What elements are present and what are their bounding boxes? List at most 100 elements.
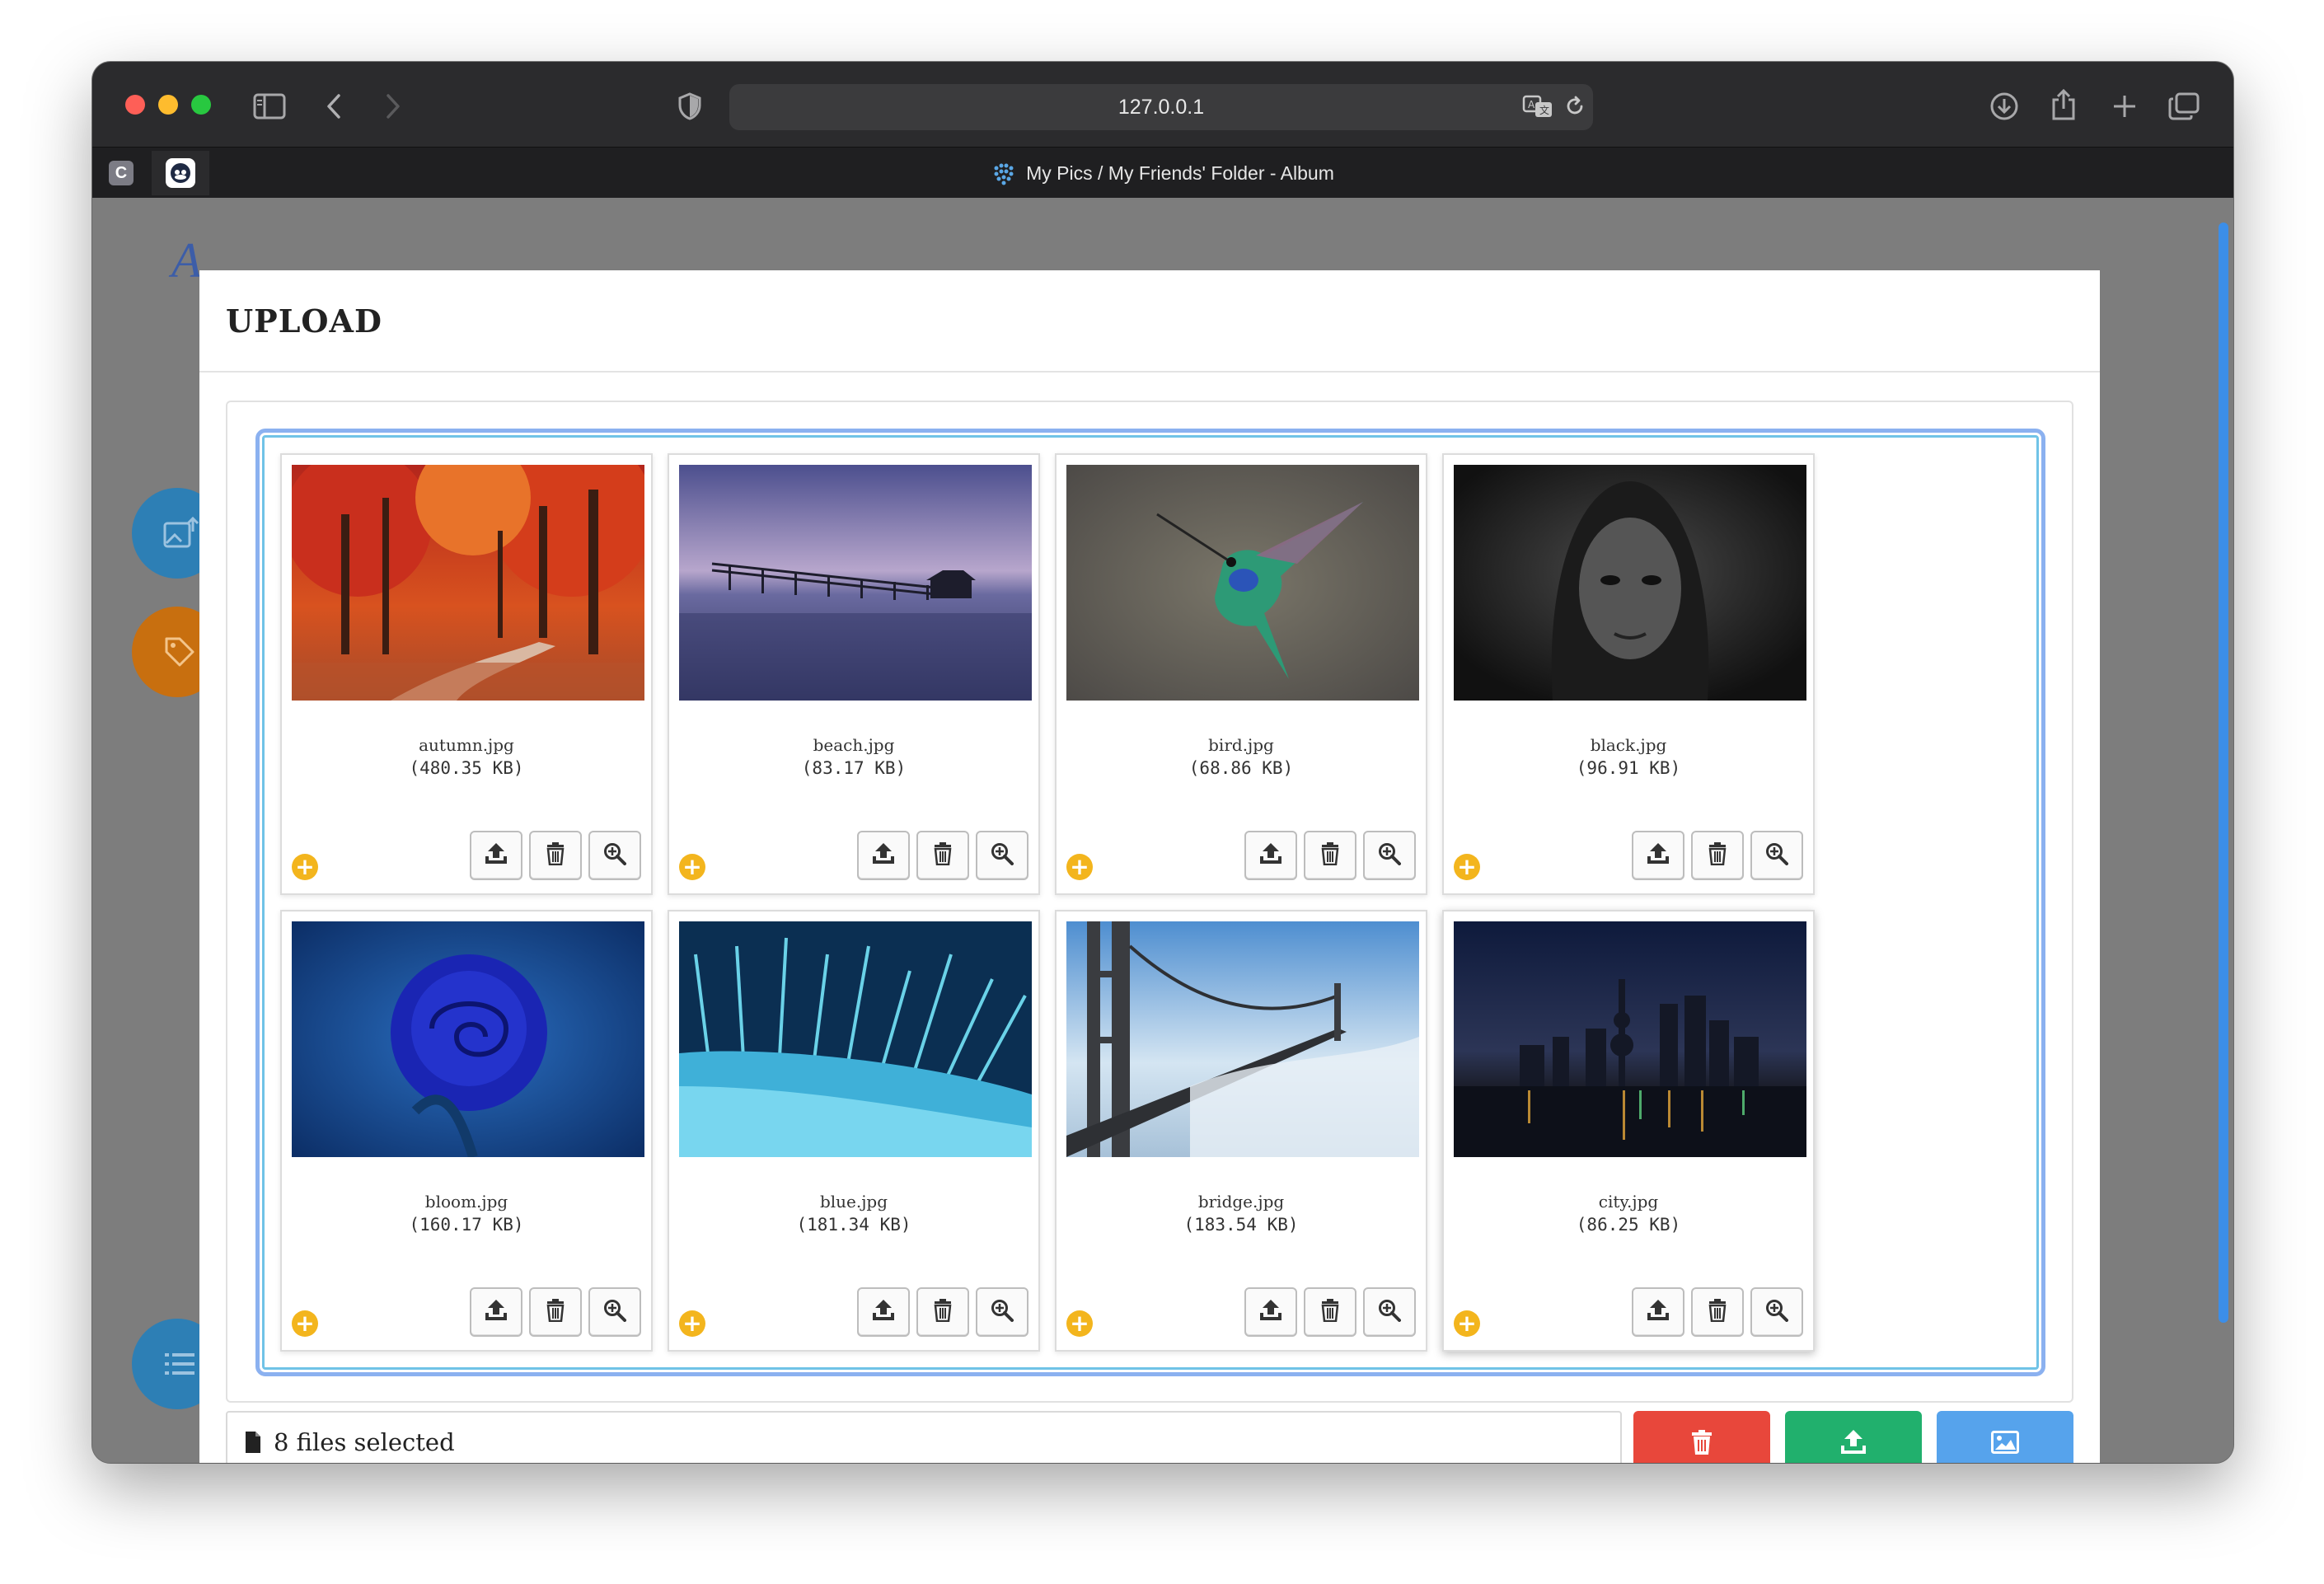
shield-icon[interactable] — [676, 90, 704, 123]
trash-icon — [546, 1299, 565, 1325]
remove-file-button[interactable] — [1691, 831, 1744, 880]
remove-file-button[interactable] — [1691, 1287, 1744, 1337]
remove-file-button[interactable] — [529, 1287, 582, 1337]
file-preview-image[interactable] — [292, 921, 644, 1157]
add-caption-button[interactable]: + — [292, 1310, 318, 1337]
share-icon[interactable] — [2047, 87, 2080, 123]
remove-file-button[interactable] — [529, 831, 582, 880]
page-scrollbar-thumb[interactable] — [2219, 223, 2228, 1323]
trash-icon — [546, 842, 565, 869]
pinned-tab-c[interactable]: C — [92, 151, 150, 195]
remove-file-button[interactable] — [1304, 831, 1356, 880]
upload-preview-panel: autumn.jpg (480.35 KB) + beach.jpg (83.1… — [226, 401, 2073, 1403]
upload-file-button[interactable] — [470, 831, 522, 880]
add-caption-button[interactable]: + — [1454, 854, 1480, 880]
tab-overview-icon[interactable] — [2166, 90, 2202, 123]
trash-icon — [1692, 1430, 1712, 1455]
browser-window: 127.0.0.1 A文 C My Pics / My Friends' Fol… — [92, 62, 2233, 1463]
add-caption-button[interactable]: + — [1454, 1310, 1480, 1337]
file-preview-card[interactable]: beach.jpg (83.17 KB) + — [668, 453, 1040, 895]
upload-icon — [1841, 1430, 1866, 1454]
upload-all-button[interactable] — [1785, 1411, 1922, 1463]
file-preview-card[interactable]: bridge.jpg (183.54 KB) + — [1055, 910, 1427, 1352]
sidebar-toggle-icon[interactable] — [251, 90, 288, 123]
zoom-in-icon — [991, 842, 1014, 869]
upload-file-button[interactable] — [1244, 831, 1297, 880]
zoom-file-button[interactable] — [1363, 1287, 1416, 1337]
file-preview-image[interactable] — [1454, 921, 1806, 1157]
file-preview-card[interactable]: city.jpg (86.25 KB) + — [1442, 910, 1815, 1352]
file-preview-card[interactable]: blue.jpg (181.34 KB) + — [668, 910, 1040, 1352]
file-preview-card[interactable]: black.jpg (96.91 KB) + — [1442, 453, 1815, 895]
zoom-file-button[interactable] — [976, 831, 1028, 880]
back-icon[interactable] — [321, 90, 346, 123]
file-preview-card[interactable]: autumn.jpg (480.35 KB) + — [280, 453, 653, 895]
reload-icon[interactable] — [1563, 93, 1587, 120]
upload-icon — [484, 842, 508, 869]
svg-text:A: A — [1528, 99, 1535, 110]
page-scrollbar[interactable] — [2212, 198, 2233, 1463]
site-logo: A — [171, 233, 202, 288]
new-tab-icon[interactable] — [2108, 90, 2141, 123]
cloud-app-icon — [166, 158, 195, 188]
file-preview-card[interactable]: bird.jpg (68.86 KB) + — [1055, 453, 1427, 895]
file-preview-image[interactable] — [292, 465, 644, 701]
translate-icon[interactable]: A文 — [1521, 93, 1554, 120]
add-caption-button[interactable]: + — [679, 854, 705, 880]
upload-file-button[interactable] — [857, 1287, 910, 1337]
browser-toolbar: 127.0.0.1 A文 — [92, 62, 2233, 147]
add-caption-button[interactable]: + — [679, 1310, 705, 1337]
zoom-file-button[interactable] — [1750, 1287, 1803, 1337]
zoom-file-button[interactable] — [588, 1287, 641, 1337]
upload-file-button[interactable] — [1632, 831, 1684, 880]
plus-icon: + — [1070, 1310, 1089, 1337]
remove-file-button[interactable] — [916, 831, 969, 880]
upload-file-button[interactable] — [470, 1287, 522, 1337]
close-window-button[interactable] — [125, 95, 145, 115]
file-size: (83.17 KB) — [801, 758, 907, 778]
zoom-file-button[interactable] — [1750, 831, 1803, 880]
upload-file-button[interactable] — [1244, 1287, 1297, 1337]
remove-file-button[interactable] — [916, 1287, 969, 1337]
address-bar[interactable]: 127.0.0.1 — [729, 84, 1593, 130]
plus-icon: + — [1070, 853, 1089, 880]
add-caption-button[interactable]: + — [1066, 1310, 1093, 1337]
remove-file-button[interactable] — [1304, 1287, 1356, 1337]
remove-all-button[interactable] — [1633, 1411, 1770, 1463]
file-preview-image[interactable] — [1454, 465, 1806, 701]
plus-icon: + — [682, 853, 702, 880]
upload-icon — [1258, 1299, 1283, 1325]
upload-icon — [484, 1299, 508, 1325]
files-selected-text: 8 files selected — [274, 1428, 455, 1456]
upload-icon — [1646, 1299, 1670, 1325]
files-selected-field[interactable]: 8 files selected — [226, 1411, 1622, 1463]
file-preview-image[interactable] — [679, 921, 1032, 1157]
file-preview-image[interactable] — [1066, 465, 1419, 701]
file-name: bird.jpg — [1208, 735, 1274, 755]
svg-text:文: 文 — [1539, 104, 1549, 116]
file-size: (480.35 KB) — [409, 758, 524, 778]
minimize-window-button[interactable] — [158, 95, 178, 115]
zoom-file-button[interactable] — [1363, 831, 1416, 880]
tab-title-text: My Pics / My Friends' Folder - Album — [1026, 162, 1334, 184]
add-caption-button[interactable]: + — [292, 854, 318, 880]
trash-icon — [933, 1299, 953, 1325]
upload-file-button[interactable] — [1632, 1287, 1684, 1337]
zoom-file-button[interactable] — [976, 1287, 1028, 1337]
browse-images-button[interactable] — [1937, 1411, 2073, 1463]
zoom-in-icon — [1765, 842, 1788, 869]
forward-icon[interactable] — [381, 90, 405, 123]
file-preview-card[interactable]: bloom.jpg (160.17 KB) + — [280, 910, 653, 1352]
upload-file-button[interactable] — [857, 831, 910, 880]
file-actions — [1632, 1287, 1803, 1337]
file-name: blue.jpg — [819, 1192, 888, 1211]
download-icon[interactable] — [1988, 90, 2021, 123]
zoom-in-icon — [991, 1299, 1014, 1325]
pinned-tab-cloud[interactable] — [152, 151, 209, 195]
file-preview-image[interactable] — [679, 465, 1032, 701]
add-caption-button[interactable]: + — [1066, 854, 1093, 880]
zoom-file-button[interactable] — [588, 831, 641, 880]
active-tab[interactable]: My Pics / My Friends' Folder - Album — [92, 148, 2233, 199]
zoom-window-button[interactable] — [191, 95, 211, 115]
file-preview-image[interactable] — [1066, 921, 1419, 1157]
